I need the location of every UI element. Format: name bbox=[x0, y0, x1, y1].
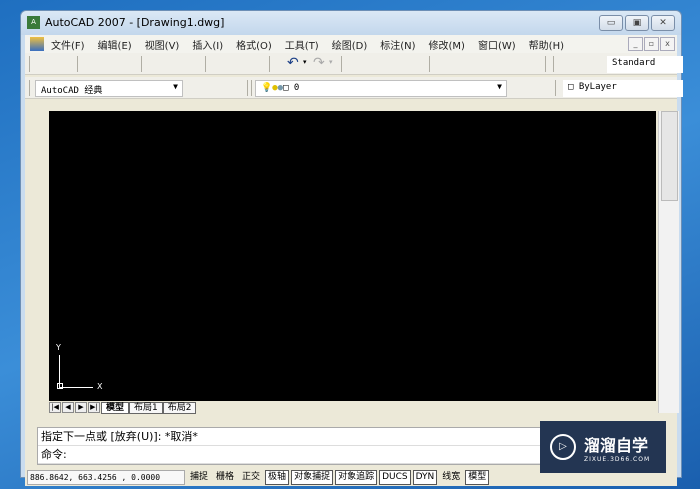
menu-edit[interactable]: 编辑(E) bbox=[98, 37, 132, 52]
menu-draw[interactable]: 绘图(D) bbox=[332, 37, 368, 52]
menu-tools[interactable]: 工具(T) bbox=[285, 37, 319, 52]
model-toggle[interactable]: 模型 bbox=[465, 469, 490, 485]
menu-modify[interactable]: 修改(M) bbox=[429, 37, 465, 52]
chevron-down-icon: ▼ bbox=[173, 82, 178, 91]
last-tab-icon[interactable]: ▶| bbox=[88, 402, 100, 413]
drawing-canvas[interactable]: Y X bbox=[49, 111, 656, 401]
ortho-toggle[interactable]: 正交 bbox=[239, 470, 263, 485]
minimize-button[interactable]: ▭ bbox=[599, 15, 623, 31]
first-tab-icon[interactable]: |◀ bbox=[49, 402, 61, 413]
menu-view[interactable]: 视图(V) bbox=[145, 37, 180, 52]
menu-bar: 文件(F) 编辑(E) 视图(V) 插入(I) 格式(O) 工具(T) 绘图(D… bbox=[25, 35, 677, 53]
otrack-toggle[interactable]: 对象追踪 bbox=[335, 469, 378, 485]
undo-icon[interactable]: ↶ bbox=[287, 55, 299, 71]
undo-dropdown-icon[interactable]: ▾ bbox=[303, 58, 307, 66]
tab-layout1[interactable]: 布局1 bbox=[129, 401, 163, 414]
prev-tab-icon[interactable]: ◀ bbox=[62, 402, 74, 413]
layer-select[interactable]: 💡●●□ 0 ▼ bbox=[255, 80, 507, 97]
text-style-select[interactable]: Standard bbox=[607, 56, 683, 73]
doc-restore-button[interactable]: ▫ bbox=[644, 37, 659, 51]
autocad-app-icon: A bbox=[27, 16, 40, 29]
layout-tabs: |◀ ◀ ▶ ▶| 模型 布局1 布局2 bbox=[49, 401, 197, 414]
tab-model[interactable]: 模型 bbox=[101, 401, 130, 414]
ducs-toggle[interactable]: DUCS bbox=[379, 469, 411, 485]
watermark-logo: ▷ 溜溜自学 ZIXUE.3D66.COM bbox=[540, 421, 666, 473]
menu-dimension[interactable]: 标注(N) bbox=[380, 37, 415, 52]
snap-toggle[interactable]: 捕捉 bbox=[187, 470, 211, 485]
menu-help[interactable]: 帮助(H) bbox=[529, 37, 564, 52]
polar-toggle[interactable]: 极轴 bbox=[265, 469, 290, 485]
document-icon[interactable] bbox=[30, 37, 44, 51]
window-title: AutoCAD 2007 - [Drawing1.dwg] bbox=[45, 16, 225, 29]
grid-toggle[interactable]: 栅格 bbox=[213, 470, 237, 485]
next-tab-icon[interactable]: ▶ bbox=[75, 402, 87, 413]
standard-toolbar: ↶ ▾ ↷ ▾ Standard bbox=[25, 53, 683, 75]
chevron-down-icon: ▼ bbox=[497, 82, 502, 91]
scrollbar-thumb[interactable] bbox=[661, 111, 678, 201]
menu-format[interactable]: 格式(O) bbox=[236, 37, 272, 52]
redo-icon[interactable]: ↷ bbox=[313, 55, 325, 71]
color-select[interactable]: □ ByLayer bbox=[563, 80, 683, 97]
menu-window[interactable]: 窗口(W) bbox=[478, 37, 516, 52]
tab-layout2[interactable]: 布局2 bbox=[162, 401, 197, 414]
layers-toolbar: AutoCAD 经典 ▼ 💡●●□ 0 ▼ □ ByLayer bbox=[25, 77, 683, 99]
doc-minimize-button[interactable]: _ bbox=[628, 37, 643, 51]
dyn-toggle[interactable]: DYN bbox=[412, 469, 438, 485]
doc-close-button[interactable]: x bbox=[660, 37, 675, 51]
title-bar: A AutoCAD 2007 - [Drawing1.dwg] ▭ ▣ ✕ bbox=[21, 11, 681, 35]
close-button[interactable]: ✕ bbox=[651, 15, 675, 31]
autocad-window: A AutoCAD 2007 - [Drawing1.dwg] ▭ ▣ ✕ 文件… bbox=[20, 10, 683, 486]
lineweight-toggle[interactable]: 线宽 bbox=[439, 470, 463, 485]
menu-insert[interactable]: 插入(I) bbox=[192, 37, 223, 52]
redo-dropdown-icon[interactable]: ▾ bbox=[329, 58, 333, 66]
color-swatch-icon: □ bbox=[283, 83, 289, 93]
osnap-toggle[interactable]: 对象捕捉 bbox=[291, 469, 334, 485]
menu-file[interactable]: 文件(F) bbox=[51, 37, 85, 52]
workspace-select[interactable]: AutoCAD 经典 ▼ bbox=[35, 80, 183, 97]
coordinates-readout: 886.8642, 663.4256 , 0.0000 bbox=[27, 469, 185, 485]
play-icon: ▷ bbox=[550, 434, 576, 460]
maximize-button[interactable]: ▣ bbox=[625, 15, 649, 31]
vertical-scrollbar[interactable] bbox=[658, 111, 679, 413]
lightbulb-icon: 💡 bbox=[261, 83, 273, 93]
